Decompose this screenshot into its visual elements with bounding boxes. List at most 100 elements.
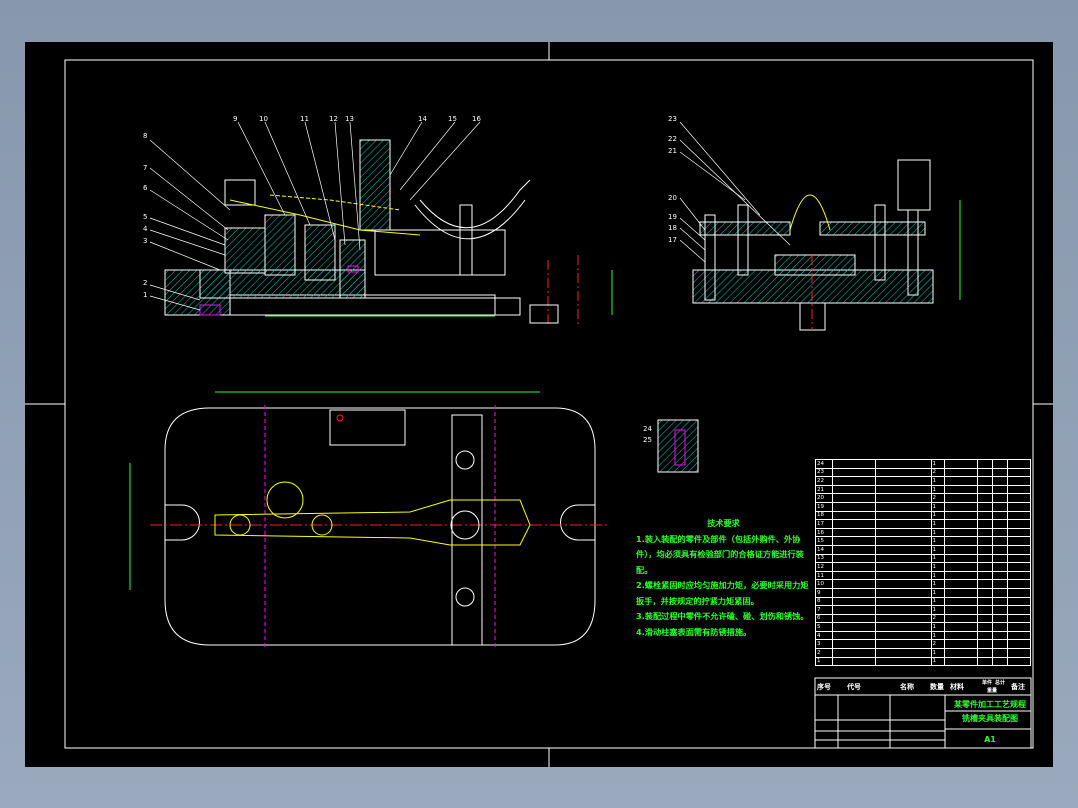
parts-cell	[991, 476, 1008, 486]
parts-cell	[943, 510, 978, 521]
header-remark: 备注	[1011, 683, 1025, 691]
callout-1: 1	[143, 291, 147, 299]
parts-cell	[991, 527, 1008, 538]
parts-cell: 23	[814, 467, 834, 478]
parts-cell	[976, 605, 993, 615]
parts-cell	[943, 613, 978, 624]
parts-cell	[991, 648, 1008, 658]
parts-row: 21	[814, 648, 1032, 658]
side-view: 23 22 21 20 19 18 17	[668, 115, 961, 331]
parts-cell	[875, 570, 932, 581]
parts-row: 17 1	[814, 519, 1032, 529]
parts-list-header: 序号 代号 名称 数量 材料 单件 总计 重量 备注	[815, 678, 1031, 695]
parts-cell: 1	[930, 459, 945, 469]
parts-cell: 13	[814, 553, 834, 564]
header-name: 名称	[900, 683, 914, 691]
parts-cell: 10	[814, 579, 834, 589]
parts-cell	[832, 519, 877, 529]
parts-cell	[1006, 527, 1032, 538]
parts-row: 81	[814, 596, 1032, 607]
parts-cell	[875, 579, 932, 589]
parts-cell: 16	[814, 527, 834, 538]
parts-cell	[943, 648, 978, 658]
parts-cell: 17	[814, 519, 834, 529]
parts-cell: 1	[930, 570, 945, 581]
parts-cell	[943, 544, 978, 555]
parts-cell: 24	[814, 459, 834, 469]
parts-row: 19 1	[814, 501, 1032, 512]
parts-cell	[976, 630, 993, 641]
parts-cell	[976, 579, 993, 589]
parts-cell	[832, 467, 877, 478]
parts-cell: 12	[814, 562, 834, 572]
parts-cell	[875, 656, 932, 667]
tech-req-item: 3.装配过程中零件不允许磕、碰、划伤和锈蚀。	[636, 611, 809, 621]
parts-cell	[832, 596, 877, 607]
parts-cell	[832, 459, 877, 469]
parts-cell	[976, 553, 993, 564]
parts-cell	[991, 596, 1008, 607]
svg-text:13: 13	[345, 115, 354, 123]
parts-cell	[1006, 630, 1032, 641]
parts-cell	[875, 630, 932, 641]
parts-cell: 1	[930, 587, 945, 598]
parts-cell: 1	[930, 476, 945, 486]
parts-cell: 4	[814, 630, 834, 641]
parts-cell	[1006, 596, 1032, 607]
parts-row: 11 1	[814, 570, 1032, 581]
parts-cell	[943, 622, 978, 632]
parts-cell: 9	[814, 587, 834, 598]
parts-cell	[832, 630, 877, 641]
parts-cell	[832, 656, 877, 667]
parts-cell: 1	[930, 519, 945, 529]
parts-cell: 1	[930, 656, 945, 667]
parts-cell	[943, 605, 978, 615]
front-view: 8 7 6 5 4 3 2 1 9 10 11 12 13 14 15 16	[143, 115, 613, 325]
tech-req-item: 4.滑动柱塞表面需有防锈措施。	[636, 626, 752, 637]
parts-cell: 20	[814, 493, 834, 503]
svg-text:21: 21	[668, 147, 677, 155]
parts-cell	[832, 579, 877, 589]
svg-text:24: 24	[643, 425, 652, 433]
parts-cell	[875, 648, 932, 658]
parts-cell	[943, 579, 978, 589]
parts-cell: 1	[930, 544, 945, 555]
parts-cell	[1006, 656, 1032, 667]
parts-cell	[976, 527, 993, 538]
parts-cell	[991, 579, 1008, 589]
callout-8: 8	[143, 132, 147, 140]
parts-cell: 22	[814, 476, 834, 486]
technical-requirements: 技术要求 1.装入装配的零件及部件（包括外购件、外协件），均必须具有检验部门的合…	[636, 516, 811, 640]
parts-row: 10 1	[814, 579, 1032, 589]
header-qty: 数量	[930, 683, 944, 691]
header-unit: 单件	[982, 680, 993, 686]
header-code: 代号	[847, 683, 861, 691]
parts-cell	[976, 519, 993, 529]
parts-cell	[976, 484, 993, 495]
parts-cell	[875, 467, 932, 478]
parts-cell: 14	[814, 544, 834, 555]
svg-text:19: 19	[668, 213, 677, 221]
parts-cell	[832, 622, 877, 632]
parts-cell	[976, 648, 993, 658]
svg-text:25: 25	[643, 436, 652, 444]
parts-cell	[1006, 536, 1032, 546]
detail-view: 2425	[643, 419, 699, 473]
parts-cell	[943, 459, 978, 469]
parts-cell	[976, 459, 993, 469]
parts-cell	[875, 562, 932, 572]
parts-cell	[976, 596, 993, 607]
parts-cell	[1006, 493, 1032, 503]
parts-cell	[943, 562, 978, 572]
parts-row: 71	[814, 605, 1032, 615]
parts-cell	[991, 553, 1008, 564]
svg-text:22: 22	[668, 135, 677, 143]
parts-cell: 1	[930, 648, 945, 658]
parts-cell	[976, 536, 993, 546]
parts-cell: 6	[814, 613, 834, 624]
parts-cell	[832, 553, 877, 564]
parts-cell	[976, 622, 993, 632]
parts-cell	[991, 613, 1008, 624]
parts-cell: 1	[930, 579, 945, 589]
parts-cell	[1006, 622, 1032, 632]
